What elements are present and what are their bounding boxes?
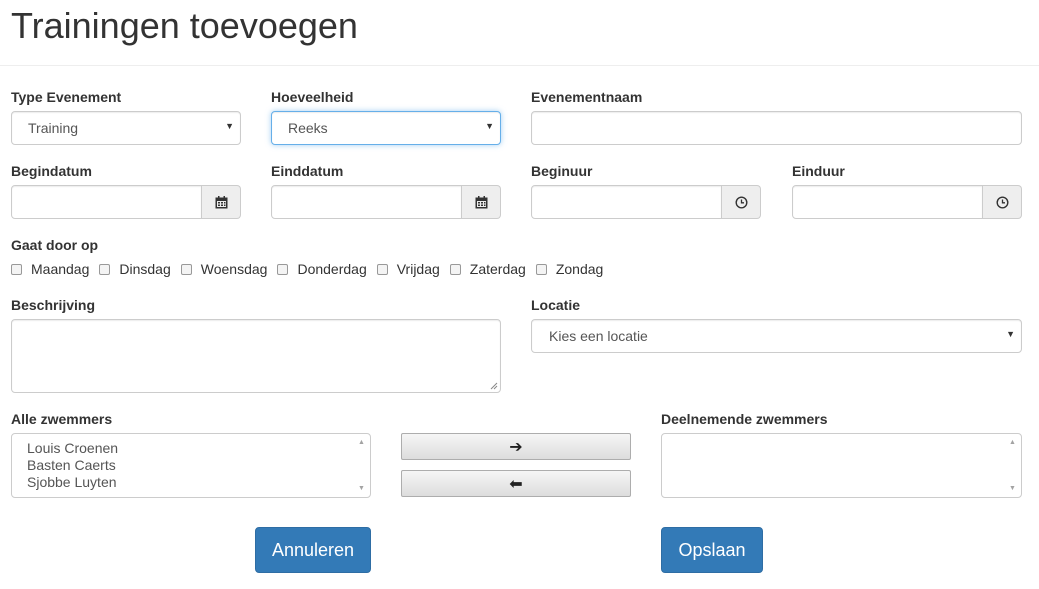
amount-select[interactable]: Reeks ▼ [271, 111, 501, 145]
amount-label: Hoeveelheid [271, 89, 354, 105]
checkbox[interactable] [99, 263, 111, 275]
description-label: Beschrijving [11, 297, 96, 313]
move-left-button[interactable]: ⬅ [401, 470, 631, 497]
end-date-input[interactable] [271, 185, 462, 219]
start-time-picker-button[interactable] [722, 185, 761, 219]
checkbox[interactable] [376, 263, 388, 275]
calendar-icon [215, 195, 227, 208]
participating-swimmers-list[interactable]: ▲ ▼ [661, 433, 1022, 498]
checkbox[interactable] [535, 263, 547, 275]
location-select-value: Kies een locatie [549, 328, 648, 344]
start-time-input[interactable] [531, 185, 722, 219]
scroll-down-icon[interactable]: ▼ [1009, 485, 1016, 492]
checkbox[interactable] [277, 263, 289, 275]
day-option[interactable]: Zaterdag [449, 261, 526, 277]
day-option[interactable]: Vrijdag [376, 261, 440, 277]
day-option[interactable]: Zondag [535, 261, 603, 277]
all-swimmers-list[interactable]: Louis Croenen Basten Caerts Sjobbe Luyte… [11, 433, 371, 498]
all-swimmers-label: Alle zwemmers [11, 411, 113, 427]
checkbox[interactable] [449, 263, 461, 275]
clock-icon [734, 195, 748, 209]
day-option[interactable]: Donderdag [277, 261, 367, 277]
end-date-picker-button[interactable] [462, 185, 501, 219]
save-button[interactable]: Opslaan [661, 527, 763, 573]
checkbox[interactable] [11, 263, 22, 275]
end-time-input[interactable] [792, 185, 983, 219]
type-select-value: Training [28, 120, 79, 136]
chevron-down-icon: ▼ [1006, 329, 1015, 339]
list-item[interactable]: Basten Caerts [27, 457, 116, 474]
arrow-left-icon: ⬅ [509, 475, 523, 493]
day-option[interactable]: Dinsdag [99, 261, 171, 277]
list-item[interactable]: Louis Croenen [27, 440, 118, 457]
days-checkbox-group: Maandag Dinsdag Woensdag Donderdag Vrijd… [11, 261, 613, 277]
start-time-label: Beginuur [531, 163, 593, 179]
list-item[interactable]: Sjobbe Luyten [27, 474, 117, 491]
scrollbar[interactable]: ▲ ▼ [1005, 435, 1020, 496]
move-right-button[interactable]: ➔ [401, 433, 631, 460]
resize-handle-icon[interactable] [490, 382, 498, 390]
event-name-input[interactable] [531, 111, 1022, 145]
chevron-down-icon: ▼ [225, 121, 234, 131]
divider [0, 65, 1039, 66]
type-select[interactable]: Training ▼ [11, 111, 241, 145]
page-title: Trainingen toevoegen [11, 5, 358, 46]
type-label: Type Evenement [11, 89, 122, 105]
description-textarea[interactable] [11, 319, 501, 393]
name-label: Evenementnaam [531, 89, 643, 105]
scroll-up-icon[interactable]: ▲ [1009, 439, 1016, 446]
end-time-label: Einduur [792, 163, 845, 179]
scroll-down-icon[interactable]: ▼ [358, 485, 365, 492]
end-date-label: Einddatum [271, 163, 344, 179]
location-select[interactable]: Kies een locatie ▼ [531, 319, 1022, 353]
day-option[interactable]: Woensdag [180, 261, 267, 277]
chevron-down-icon: ▼ [485, 121, 494, 131]
scrollbar[interactable]: ▲ ▼ [354, 435, 369, 496]
amount-select-value: Reeks [288, 120, 328, 136]
participating-swimmers-label: Deelnemende zwemmers [661, 411, 828, 427]
end-time-picker-button[interactable] [983, 185, 1022, 219]
scroll-up-icon[interactable]: ▲ [358, 439, 365, 446]
days-label: Gaat door op [11, 237, 99, 253]
clock-icon [995, 195, 1009, 209]
start-date-input[interactable] [11, 185, 202, 219]
cancel-button[interactable]: Annuleren [255, 527, 371, 573]
calendar-icon [475, 195, 487, 208]
location-label: Locatie [531, 297, 581, 313]
checkbox[interactable] [180, 263, 192, 275]
arrow-right-icon: ➔ [509, 438, 523, 456]
start-date-picker-button[interactable] [202, 185, 241, 219]
start-date-label: Begindatum [11, 163, 92, 179]
day-option[interactable]: Maandag [11, 261, 89, 277]
